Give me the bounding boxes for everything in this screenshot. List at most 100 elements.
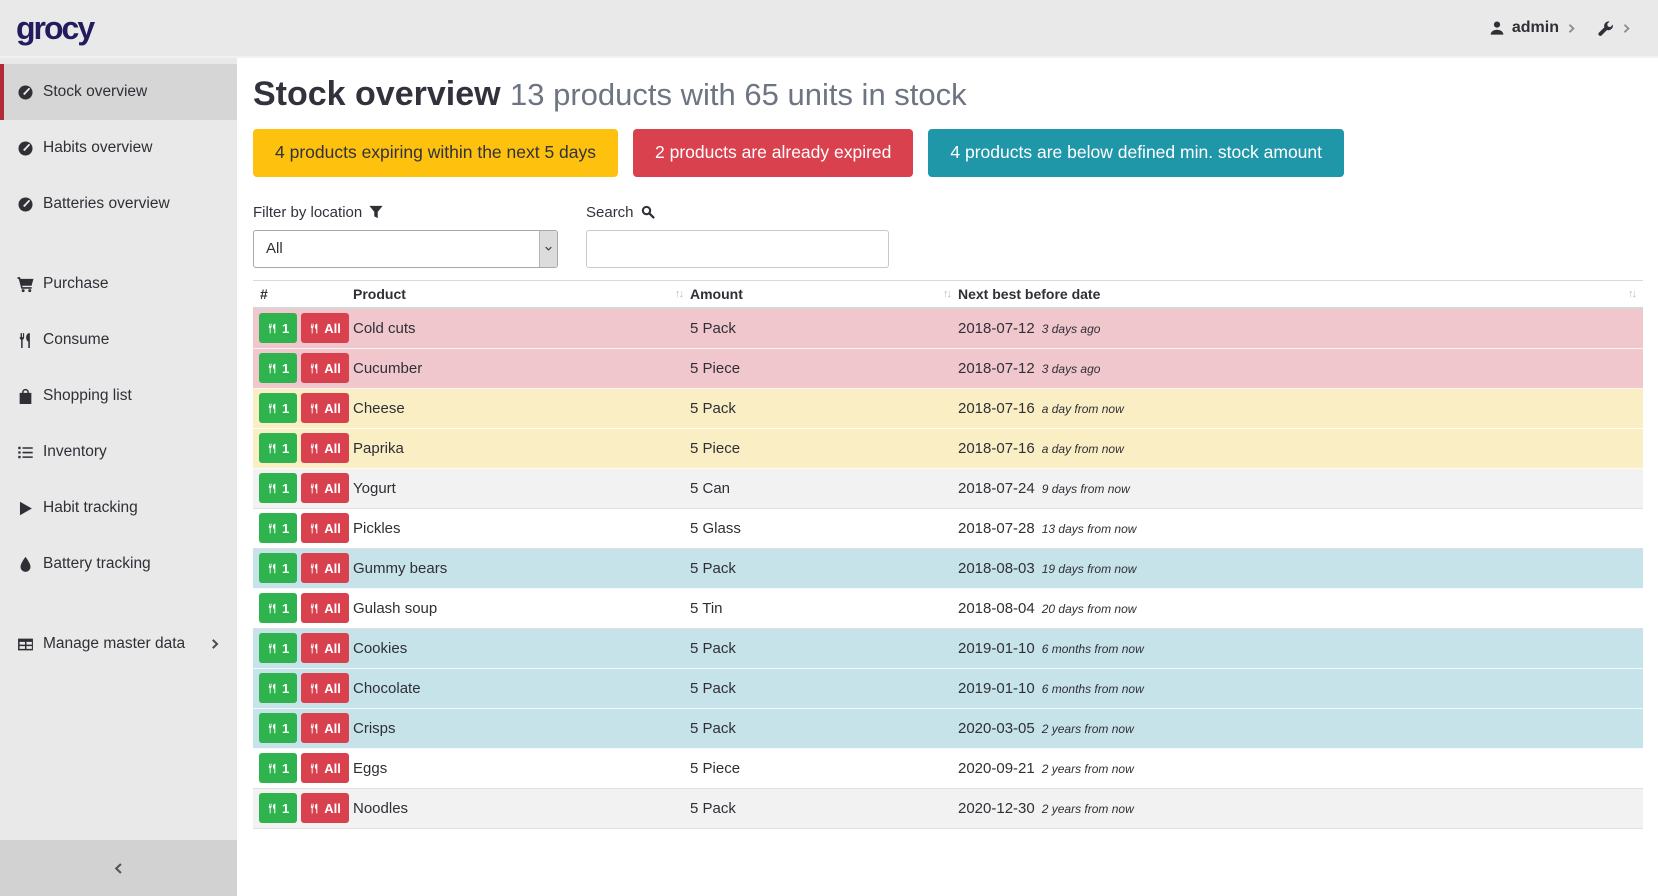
sidebar-item-battery-tracking[interactable]: Battery tracking (0, 536, 237, 592)
product-name: Cookies (353, 640, 690, 657)
table-body: 1 All Cold cuts 5 Pack 2018-07-12 3 days… (253, 309, 1643, 829)
best-before-cell: 2018-07-12 3 days ago (958, 360, 1643, 377)
amount-value: 5 Piece (690, 760, 958, 777)
sidebar: Stock overview Habits overview Batteries… (0, 58, 237, 896)
table-row: 1 All Gummy bears 5 Pack 2018-08-03 19 d… (253, 549, 1643, 589)
location-select[interactable]: All (253, 230, 558, 268)
sidebar-item-batteries-overview[interactable]: Batteries overview (0, 176, 237, 232)
utensils-icon (309, 603, 320, 614)
search-block: Search (586, 204, 889, 268)
consume-one-button[interactable]: 1 (259, 633, 297, 663)
product-name: Gulash soup (353, 600, 690, 617)
consume-one-button[interactable]: 1 (259, 393, 297, 423)
consume-all-button[interactable]: All (301, 433, 349, 463)
column-header-best-before[interactable]: Next best before date (958, 281, 1643, 307)
location-filter-label-text: Filter by location (253, 204, 362, 221)
consume-one-button[interactable]: 1 (259, 753, 297, 783)
consume-all-button[interactable]: All (301, 633, 349, 663)
consume-one-button[interactable]: 1 (259, 513, 297, 543)
search-icon (641, 205, 655, 219)
consume-one-button[interactable]: 1 (259, 473, 297, 503)
utensils-icon (309, 363, 320, 374)
utensils-icon (267, 483, 278, 494)
sidebar-item-shopping-list[interactable]: Shopping list (0, 368, 237, 424)
best-before-cell: 2020-12-30 2 years from now (958, 800, 1643, 817)
utensils-icon (267, 443, 278, 454)
consume-all-button[interactable]: All (301, 793, 349, 823)
utensils-icon (309, 803, 320, 814)
column-header-product[interactable]: Product (353, 281, 690, 307)
product-name: Yogurt (353, 480, 690, 497)
alert-button-danger[interactable]: 2 products are already expired (633, 129, 913, 177)
select-dropdown-button[interactable] (539, 231, 557, 267)
consume-one-button[interactable]: 1 (259, 593, 297, 623)
sidebar-item-label: Inventory (43, 443, 107, 461)
best-before-date: 2018-07-16 (958, 400, 1035, 417)
amount-value: 5 Pack (690, 320, 958, 337)
best-before-cell: 2018-08-03 19 days from now (958, 560, 1643, 577)
sidebar-item-stock-overview[interactable]: Stock overview (0, 64, 237, 120)
utensils-icon (309, 323, 320, 334)
consume-one-button[interactable]: 1 (259, 353, 297, 383)
product-name: Paprika (353, 440, 690, 457)
sidebar-item-consume[interactable]: Consume (0, 312, 237, 368)
sidebar-item-label: Habit tracking (43, 499, 138, 517)
search-input[interactable] (586, 230, 889, 268)
sidebar-item-inventory[interactable]: Inventory (0, 424, 237, 480)
consume-one-button[interactable]: 1 (259, 553, 297, 583)
user-icon (1489, 20, 1505, 36)
relative-time: 13 days from now (1042, 522, 1137, 536)
search-label-text: Search (586, 204, 634, 221)
sidebar-item-label: Habits overview (43, 139, 152, 157)
product-name: Gummy bears (353, 560, 690, 577)
sidebar-item-purchase[interactable]: Purchase (0, 256, 237, 312)
drop-icon (17, 556, 34, 573)
sidebar-item-manage-master-data[interactable]: Manage master data (0, 616, 237, 672)
location-filter-block: Filter by location All (253, 204, 558, 268)
utensils-icon (309, 723, 320, 734)
utensils-icon (309, 523, 320, 534)
chevron-right-icon (209, 638, 221, 650)
consume-all-button[interactable]: All (301, 593, 349, 623)
row-actions: 1 All (253, 753, 353, 783)
consume-all-button[interactable]: All (301, 513, 349, 543)
best-before-date: 2018-07-24 (958, 480, 1035, 497)
consume-one-button[interactable]: 1 (259, 673, 297, 703)
product-name: Chocolate (353, 680, 690, 697)
alert-button-info[interactable]: 4 products are below defined min. stock … (928, 129, 1344, 177)
app-logo[interactable]: grocy (16, 10, 93, 47)
relative-time: 9 days from now (1042, 482, 1130, 496)
column-header-amount[interactable]: Amount (690, 281, 958, 307)
consume-one-button[interactable]: 1 (259, 313, 297, 343)
best-before-cell: 2020-09-21 2 years from now (958, 760, 1643, 777)
consume-one-button[interactable]: 1 (259, 793, 297, 823)
sidebar-collapse-button[interactable] (0, 840, 237, 896)
sidebar-item-habit-tracking[interactable]: Habit tracking (0, 480, 237, 536)
chevron-right-icon (1621, 23, 1632, 34)
best-before-date: 2020-03-05 (958, 720, 1035, 737)
consume-one-button[interactable]: 1 (259, 713, 297, 743)
consume-all-button[interactable]: All (301, 713, 349, 743)
settings-menu-button[interactable] (1597, 20, 1632, 37)
consume-all-button[interactable]: All (301, 753, 349, 783)
amount-value: 5 Pack (690, 560, 958, 577)
consume-all-button[interactable]: All (301, 553, 349, 583)
row-actions: 1 All (253, 353, 353, 383)
best-before-cell: 2019-01-10 6 months from now (958, 680, 1643, 697)
consume-all-button[interactable]: All (301, 473, 349, 503)
consume-all-button[interactable]: All (301, 673, 349, 703)
sidebar-item-label: Batteries overview (43, 195, 170, 213)
relative-time: 2 years from now (1042, 762, 1134, 776)
alert-button-warning[interactable]: 4 products expiring within the next 5 da… (253, 129, 618, 177)
consume-all-button[interactable]: All (301, 393, 349, 423)
consume-one-button[interactable]: 1 (259, 433, 297, 463)
location-filter-label: Filter by location (253, 204, 558, 221)
consume-all-button[interactable]: All (301, 313, 349, 343)
consume-all-button[interactable]: All (301, 353, 349, 383)
best-before-date: 2018-07-28 (958, 520, 1035, 537)
row-actions: 1 All (253, 433, 353, 463)
sidebar-item-habits-overview[interactable]: Habits overview (0, 120, 237, 176)
table-row: 1 All Pickles 5 Glass 2018-07-28 13 days… (253, 509, 1643, 549)
user-menu-button[interactable]: admin (1489, 19, 1577, 37)
filter-icon (369, 205, 383, 219)
